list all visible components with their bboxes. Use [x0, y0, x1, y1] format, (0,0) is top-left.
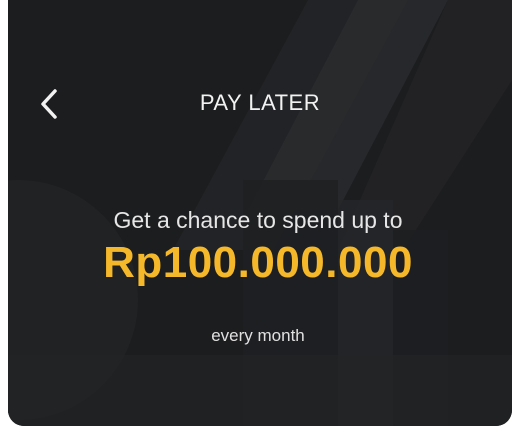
- page-title: PAY LATER: [199, 90, 321, 115]
- promo-subtitle: Get a chance to spend up to: [113, 207, 403, 233]
- promo-period: every month: [211, 326, 305, 345]
- screen: PAY LATER Get a chance to spend up to Rp…: [0, 0, 516, 430]
- credit-limit-amount: Rp100.000.000: [103, 238, 413, 287]
